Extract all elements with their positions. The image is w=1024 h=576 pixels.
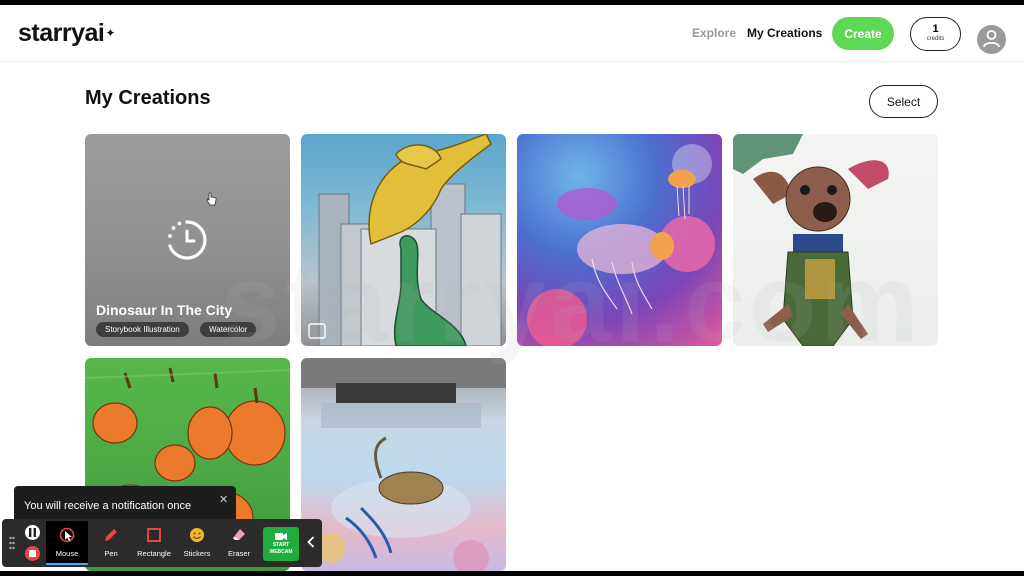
eraser-icon	[233, 529, 245, 540]
style-tag: Storybook Illustration	[96, 322, 189, 337]
rectangle-icon	[147, 528, 161, 542]
creation-title: Dinosaur In The City	[96, 302, 233, 318]
toast-message: You will receive a notification once	[24, 500, 192, 512]
webcam-label-line2: WEBCAM	[269, 549, 293, 555]
tool-label: Pen	[104, 549, 118, 558]
sparkle-icon: ✦	[105, 26, 115, 40]
user-avatar[interactable]	[977, 25, 1006, 54]
stop-icon	[29, 550, 36, 557]
nav-my-creations[interactable]: My Creations	[747, 26, 822, 40]
stop-button[interactable]	[25, 546, 40, 561]
pause-button[interactable]	[25, 525, 40, 540]
credits-count: 1	[932, 23, 939, 35]
creation-card-image[interactable]	[301, 358, 506, 571]
close-icon[interactable]: ✕	[219, 493, 228, 506]
page-title: My Creations	[85, 87, 211, 109]
jellyfish-artwork	[527, 144, 715, 346]
emoji-icon	[190, 528, 204, 542]
credits-label: credits	[926, 36, 945, 42]
tool-label: Eraser	[227, 549, 251, 558]
creation-card-image[interactable]	[733, 134, 938, 346]
tool-label: Rectangle	[137, 549, 171, 558]
creation-card-image[interactable]	[301, 134, 506, 346]
creature-water-artwork	[301, 358, 506, 571]
select-button[interactable]: Select	[869, 85, 938, 118]
user-icon	[983, 30, 1000, 48]
tool-rectangle[interactable]: Rectangle	[132, 521, 176, 565]
webcam-icon	[275, 533, 287, 540]
tool-mouse[interactable]: Mouse	[46, 521, 88, 565]
dinosaur-city-artwork	[308, 134, 502, 346]
tool-stickers[interactable]: Stickers	[176, 521, 218, 565]
tool-label: Mouse	[55, 549, 79, 558]
dog-artwork	[733, 134, 889, 346]
cursor-icon	[59, 527, 75, 543]
create-button[interactable]: Create	[832, 17, 894, 50]
start-webcam-button[interactable]: START WEBCAM	[263, 527, 299, 561]
nav-explore[interactable]: Explore	[692, 26, 736, 40]
creation-card-image[interactable]	[517, 134, 722, 346]
credits-button[interactable]: 1 credits	[910, 17, 961, 51]
loading-clock-icon	[168, 220, 207, 260]
chevron-left-icon[interactable]	[307, 536, 315, 548]
recorder-toolbar: Mouse Pen Rectangle Stickers Eraser STAR…	[2, 519, 322, 567]
tool-label: Stickers	[183, 549, 211, 558]
pen-icon	[105, 529, 117, 541]
tool-eraser[interactable]: Eraser	[218, 521, 260, 565]
tool-pen[interactable]: Pen	[90, 521, 132, 565]
logo[interactable]: starryai✦	[18, 19, 115, 48]
top-navbar: starryai✦ Explore My Creations Create 1 …	[0, 5, 1024, 62]
pause-icon	[29, 528, 36, 537]
creation-card-pending[interactable]: Dinosaur In The City Storybook Illustrat…	[85, 134, 290, 346]
style-tag: Watercolor	[200, 322, 257, 337]
drag-handle-icon[interactable]	[9, 536, 15, 550]
webcam-label-line1: START	[272, 542, 290, 548]
hand-cursor-icon	[206, 192, 217, 206]
logo-text: starryai	[18, 19, 105, 47]
